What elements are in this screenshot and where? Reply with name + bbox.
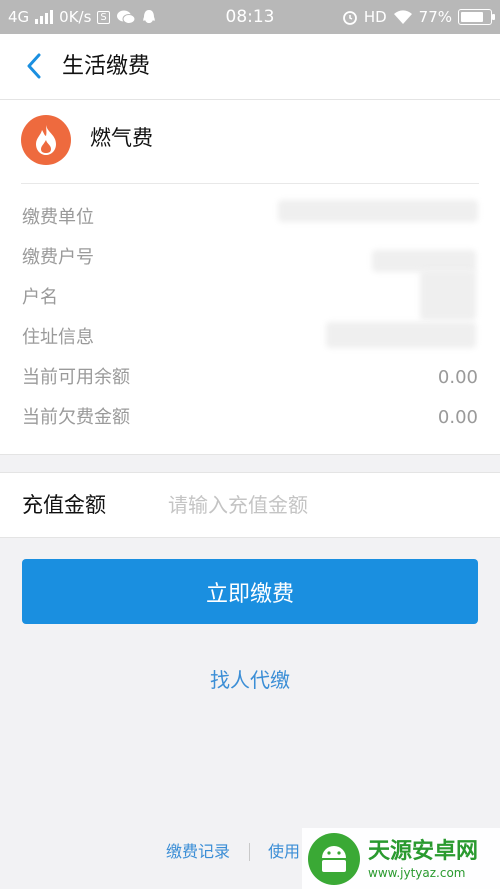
recharge-amount-input[interactable]	[168, 485, 468, 525]
redaction-blur	[326, 322, 476, 348]
ask-someone-to-pay-link[interactable]: 找人代缴	[0, 662, 500, 698]
chevron-left-icon	[27, 53, 41, 79]
info-label: 当前可用余额	[22, 367, 130, 388]
info-label: 缴费单位	[22, 207, 94, 228]
info-label: 当前欠费金额	[22, 407, 130, 428]
biller-header: 燃气费	[0, 100, 500, 183]
android-logo-icon	[308, 832, 360, 885]
redaction-blur	[372, 250, 476, 272]
redaction-blur	[278, 200, 478, 222]
flame-icon	[21, 115, 71, 165]
help-link[interactable]: 使用	[268, 838, 300, 866]
biller-name: 燃气费	[90, 126, 153, 150]
info-row-balance: 当前可用余额 0.00	[22, 358, 478, 398]
battery-icon	[458, 9, 495, 25]
wifi-icon	[393, 10, 412, 24]
hd-label: HD	[363, 8, 387, 26]
back-button[interactable]	[16, 48, 52, 84]
divider	[249, 843, 250, 861]
watermark-name: 天源安卓网	[368, 838, 479, 864]
alarm-icon	[342, 11, 357, 25]
nav-bar: 生活缴费	[0, 34, 500, 100]
watermark: 天源安卓网 www.jytyaz.com	[302, 828, 500, 889]
divider	[21, 183, 479, 184]
recharge-amount-row: 充值金额	[0, 472, 500, 538]
info-label: 缴费户号	[22, 247, 94, 268]
info-row-name: 户名	[22, 278, 478, 318]
pay-now-button[interactable]: 立即缴费	[22, 559, 478, 624]
bill-info-card: 燃气费 缴费单位 缴费户号 户名 住址信息 当前可用余额 0.00 当前欠费金额…	[0, 100, 500, 455]
info-value: 0.00	[437, 367, 478, 388]
status-bar: 4G 0K/s S 08:13 HD 77%	[0, 0, 500, 34]
payment-records-link[interactable]: 缴费记录	[166, 838, 230, 866]
info-label: 住址信息	[22, 327, 94, 348]
watermark-url: www.jytyaz.com	[368, 865, 466, 880]
page-title: 生活缴费	[62, 54, 151, 79]
recharge-amount-label: 充值金额	[22, 493, 106, 517]
info-label: 户名	[22, 287, 58, 308]
info-value: 0.00	[437, 407, 478, 428]
info-row-arrears: 当前欠费金额 0.00	[22, 398, 478, 438]
battery-percent: 77%	[418, 8, 452, 26]
redaction-blur	[420, 270, 476, 320]
